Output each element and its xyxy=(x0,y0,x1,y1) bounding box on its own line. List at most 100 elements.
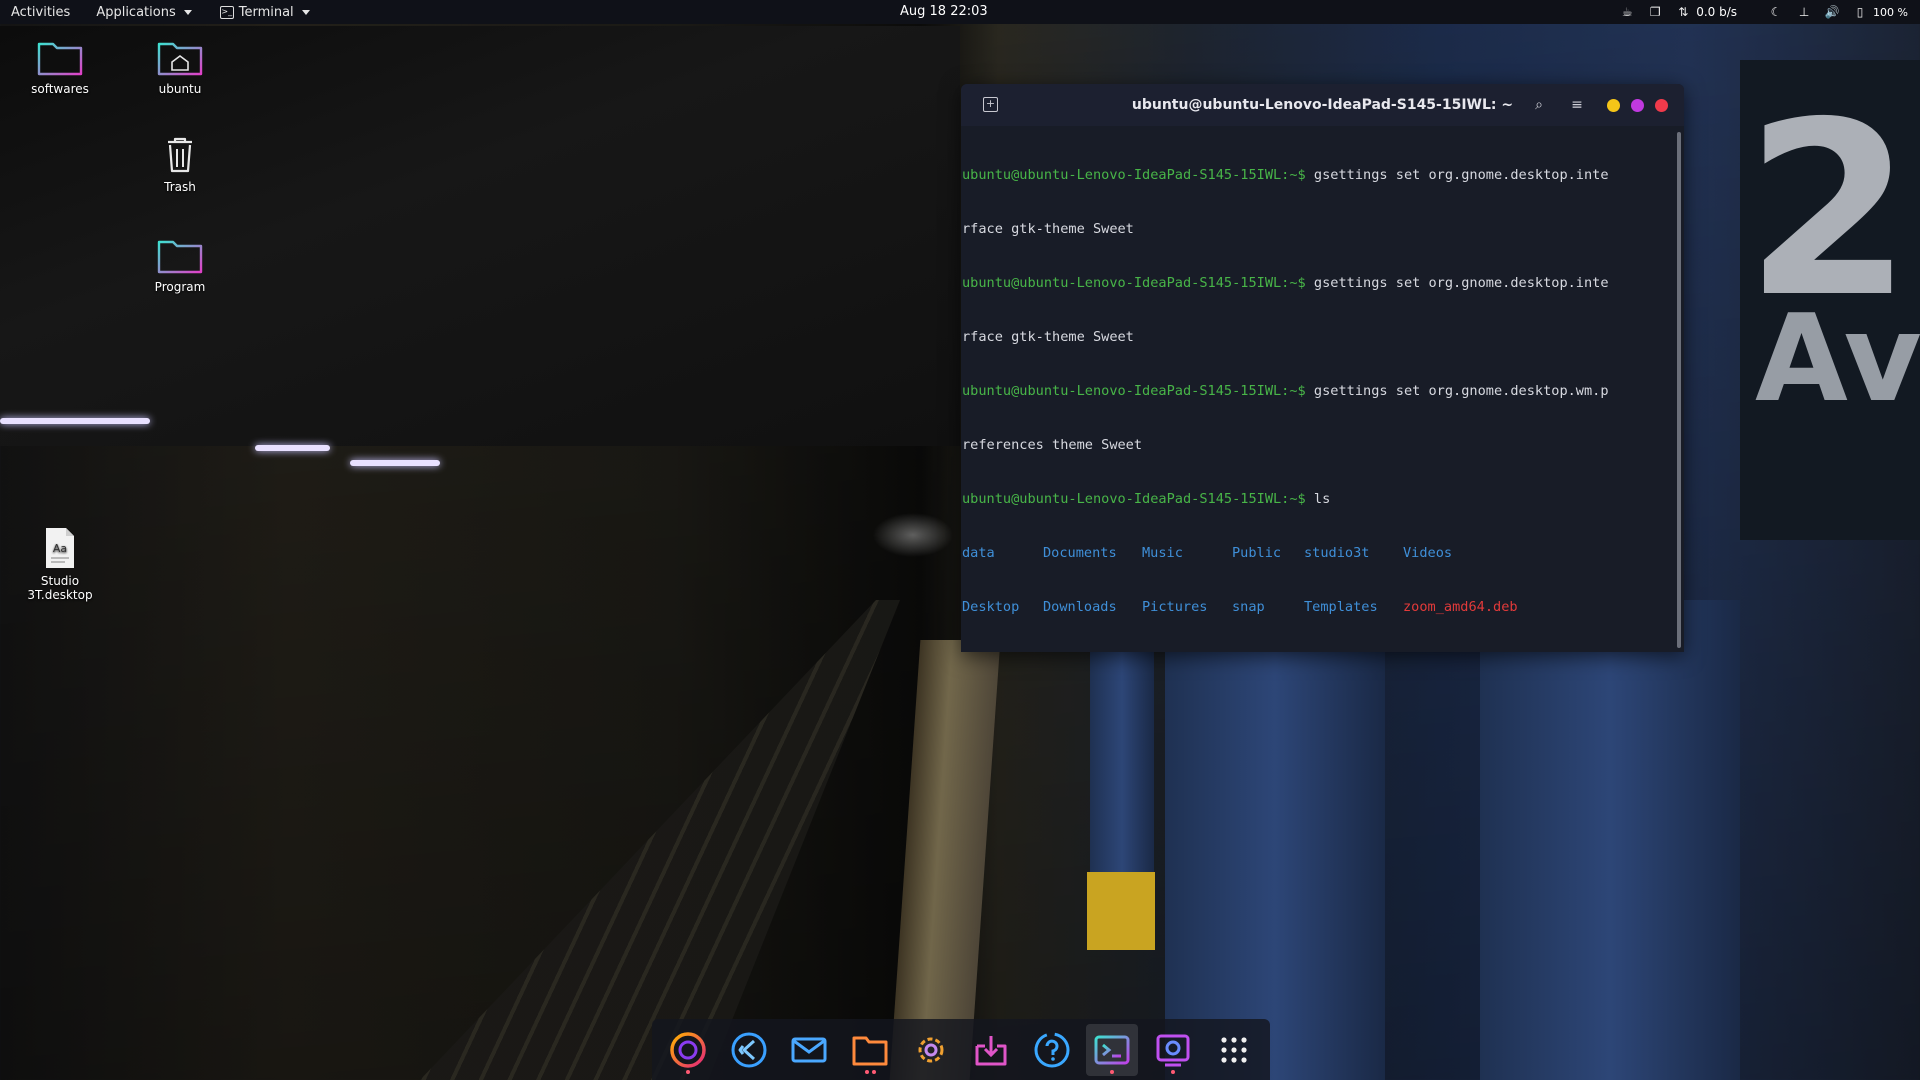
software-center-icon xyxy=(975,1035,1007,1065)
terminal-line: rface gtk-theme Sweet xyxy=(962,221,1134,237)
desktop-icon-trash[interactable]: Trash xyxy=(130,134,230,194)
hamburger-menu-icon[interactable]: ≡ xyxy=(1567,95,1587,115)
svg-text:Aa: Aa xyxy=(53,542,67,555)
running-indicator xyxy=(686,1069,691,1074)
terminal-window[interactable]: + ubuntu@ubuntu-Lenovo-IdeaPad-S145-15IW… xyxy=(961,84,1684,652)
activities-button[interactable]: Activities xyxy=(0,5,81,20)
terminal-line: ubuntu@ubuntu-Lenovo-IdeaPad-S145-15IWL:… xyxy=(962,166,1674,184)
terminal-prompt: ubuntu@ubuntu-Lenovo-IdeaPad-S145-15IWL:… xyxy=(962,383,1306,399)
dock-app-help[interactable] xyxy=(1026,1024,1078,1076)
clock[interactable]: Aug 18 22:03 xyxy=(900,0,988,24)
dock-app-settings[interactable] xyxy=(905,1024,957,1076)
dock-app-mail[interactable] xyxy=(783,1024,835,1076)
net-speed: 0.0 b/s xyxy=(1696,5,1738,19)
screenshot-icon xyxy=(1156,1034,1190,1066)
running-indicator xyxy=(872,1069,877,1074)
desktop-icon-ubuntu[interactable]: ubuntu xyxy=(130,38,230,96)
terminal-prompt: ubuntu@ubuntu-Lenovo-IdeaPad-S145-15IWL:… xyxy=(962,491,1306,507)
dock-app-files[interactable] xyxy=(844,1024,896,1076)
dock-app-vscode[interactable] xyxy=(723,1024,775,1076)
wallpaper-pillar xyxy=(1090,650,1154,950)
dock-app-screenshot[interactable] xyxy=(1147,1024,1199,1076)
vscode-icon xyxy=(731,1032,767,1067)
terminal-prompt: ubuntu@ubuntu-Lenovo-IdeaPad-S145-15IWL:… xyxy=(962,167,1306,183)
text-file-icon: Aa xyxy=(46,528,74,568)
minimize-button[interactable] xyxy=(1607,99,1620,112)
app-grid-icon xyxy=(1221,1036,1247,1063)
network-wired-icon[interactable]: ⊥ xyxy=(1797,5,1811,19)
terminal-line: ubuntu@ubuntu-Lenovo-IdeaPad-S145-15IWL:… xyxy=(962,490,1674,508)
ls-entry: Videos xyxy=(1403,545,1453,561)
terminal-icon: >_ xyxy=(219,5,234,19)
volume-icon[interactable]: 🔊 xyxy=(1825,5,1840,19)
terminal-command: gsettings set org.gnome.desktop.inte xyxy=(1305,275,1609,291)
terminal-scrollbar[interactable] xyxy=(1677,132,1681,648)
terminal-output[interactable]: ubuntu@ubuntu-Lenovo-IdeaPad-S145-15IWL:… xyxy=(962,130,1674,652)
wallpaper-light xyxy=(0,418,150,424)
terminal-command: gsettings set org.gnome.desktop.wm.p xyxy=(1305,383,1609,399)
ls-entry: studio3t xyxy=(1304,545,1370,561)
terminal-line: ubuntu@ubuntu-Lenovo-IdeaPad-S145-15IWL:… xyxy=(962,274,1674,292)
terminal-prompt: ubuntu@ubuntu-Lenovo-IdeaPad-S145-15IWL:… xyxy=(962,275,1306,291)
applications-label: Applications xyxy=(96,4,176,20)
battery-icon[interactable]: ▯ xyxy=(1853,5,1867,19)
network-updown-icon[interactable]: ⇅ xyxy=(1676,5,1690,19)
terminal-app-menu[interactable]: >_ Terminal xyxy=(209,5,321,20)
coffee-icon[interactable]: ☕ xyxy=(1620,5,1634,19)
running-indicator xyxy=(1171,1069,1176,1074)
wallpaper-sign-text: Av xyxy=(1755,290,1920,429)
terminal-menu-label: Terminal xyxy=(238,4,294,20)
dock-app-software[interactable] xyxy=(965,1024,1017,1076)
wallpaper-yellow-base xyxy=(1087,872,1155,950)
wallpaper-light xyxy=(350,460,440,466)
running-indicator xyxy=(865,1069,870,1074)
wallpaper-sign-panel xyxy=(1740,60,1920,540)
trash-icon xyxy=(168,137,192,173)
desktop-icon-label: ubuntu xyxy=(158,82,202,96)
search-icon[interactable]: ⌕ xyxy=(1529,95,1549,115)
home-folder-icon xyxy=(157,42,203,76)
files-icon xyxy=(852,1036,888,1065)
wallpaper-pillar xyxy=(1165,650,1385,1080)
dock-app-terminal[interactable] xyxy=(1086,1023,1139,1076)
mail-icon xyxy=(791,1037,827,1062)
ls-entry: data xyxy=(962,545,995,561)
ls-entry: zoom_amd64.deb xyxy=(1403,599,1518,615)
terminal-command: gsettings set org.gnome.desktop.inte xyxy=(1305,167,1609,183)
running-indicator xyxy=(1110,1069,1115,1074)
dock xyxy=(652,1019,1270,1080)
activities-label: Activities xyxy=(11,4,71,20)
ls-entry: Templates xyxy=(1304,599,1378,615)
ls-entry: Music xyxy=(1142,545,1183,561)
folder-icon xyxy=(37,42,83,76)
settings-icon xyxy=(918,1037,944,1062)
terminal-command: ls xyxy=(1305,491,1331,507)
wallpaper-platform-edge xyxy=(889,640,1001,1080)
wallpaper-light xyxy=(255,445,330,451)
firefox-icon xyxy=(670,1031,707,1068)
dock-app-grid[interactable] xyxy=(1208,1024,1260,1076)
clipboard-icon[interactable]: ❐ xyxy=(1648,5,1662,19)
terminal-line: references theme Sweet xyxy=(962,437,1143,453)
night-light-icon[interactable]: ☾ xyxy=(1769,5,1783,19)
dock-app-firefox[interactable] xyxy=(662,1024,714,1076)
wallpaper-sign-number: 2 xyxy=(1745,70,1912,350)
ls-entry: Desktop xyxy=(962,599,1020,615)
desktop-icon-program[interactable]: Program xyxy=(130,236,230,294)
desktop-icon-label: Program xyxy=(154,280,206,294)
terminal-headerbar[interactable]: + ubuntu@ubuntu-Lenovo-IdeaPad-S145-15IW… xyxy=(961,84,1684,126)
help-icon xyxy=(1034,1032,1070,1067)
desktop-icon-softwares[interactable]: softwares xyxy=(10,38,110,96)
ls-output-row: Desktop Downloads Pictures snap Template… xyxy=(962,598,1674,616)
ls-entry: Pictures xyxy=(1142,599,1208,615)
desktop-icon-label: softwares xyxy=(31,82,89,96)
wallpaper-track xyxy=(420,600,900,1080)
terminal-line: rface gtk-theme Sweet xyxy=(962,329,1134,345)
ls-entry: snap xyxy=(1232,599,1265,615)
close-button[interactable] xyxy=(1655,99,1668,112)
desktop-icon-label: Studio 3T.desktop xyxy=(27,574,93,602)
terminal-line: ubuntu@ubuntu-Lenovo-IdeaPad-S145-15IWL:… xyxy=(962,382,1674,400)
desktop-icon-studio3t[interactable]: Aa Studio 3T.desktop xyxy=(10,526,110,602)
applications-menu[interactable]: Applications xyxy=(85,5,202,20)
maximize-button[interactable] xyxy=(1631,99,1644,112)
